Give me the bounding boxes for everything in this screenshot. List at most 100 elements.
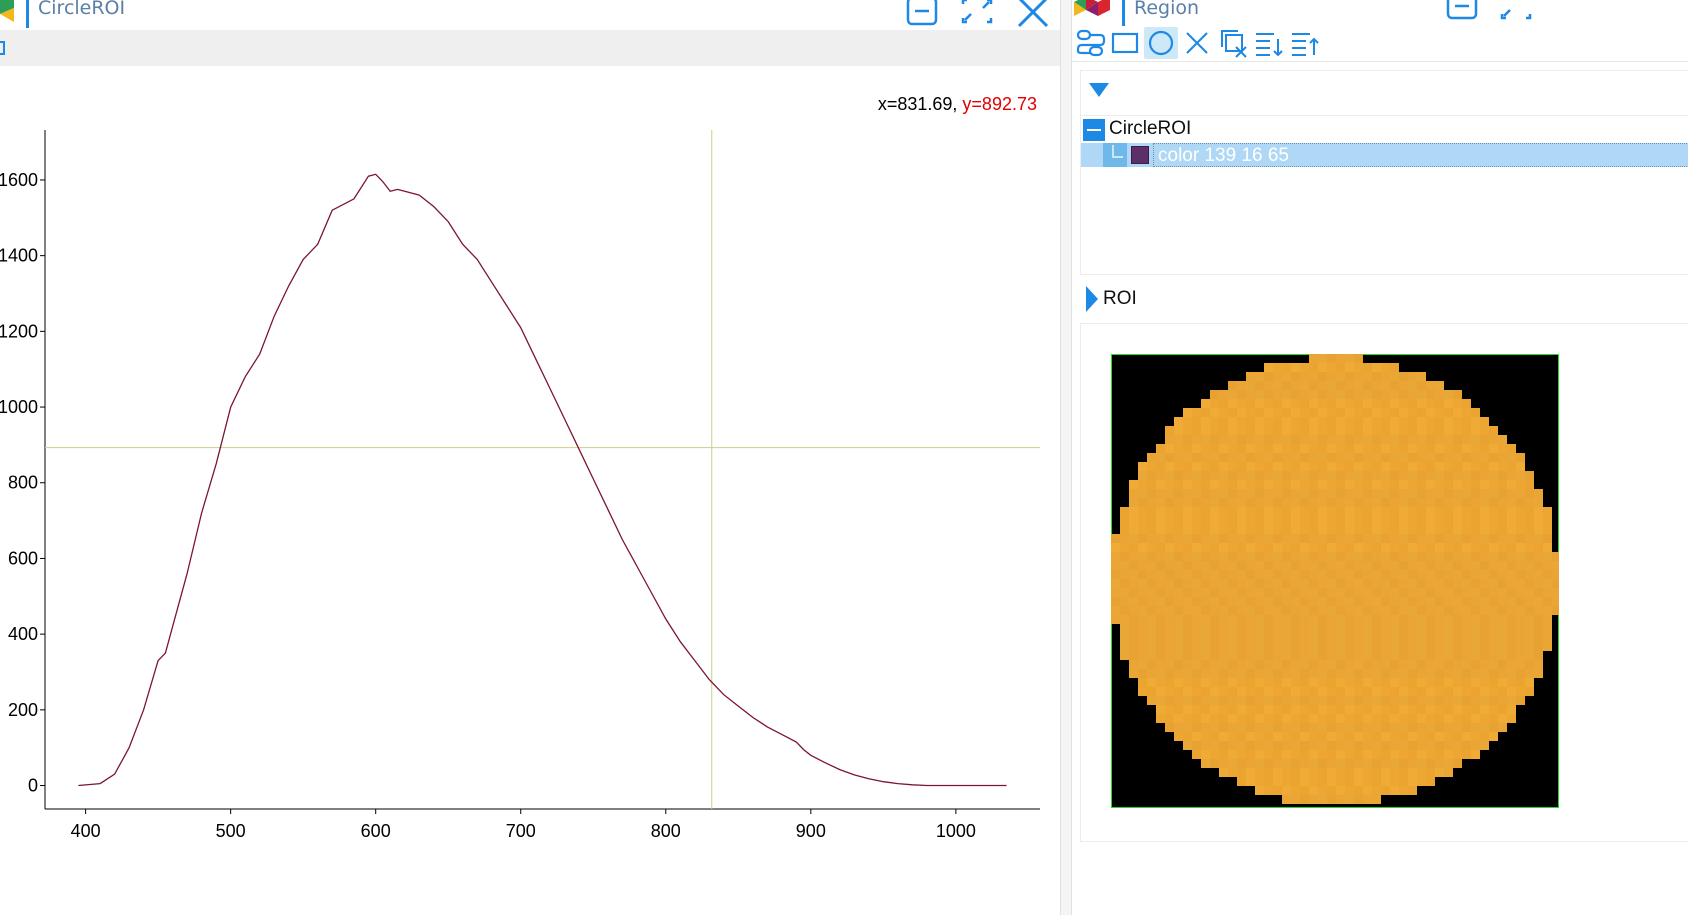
roi-pixel xyxy=(1435,615,1444,624)
roi-pixel xyxy=(1399,759,1408,768)
roi-pixel xyxy=(1210,597,1219,606)
roi-pixel xyxy=(1237,660,1246,669)
tree-root-item[interactable]: CircleROI xyxy=(1081,117,1688,143)
link-tool-icon[interactable] xyxy=(1074,27,1108,59)
collapse-arrow-icon[interactable] xyxy=(1089,83,1109,99)
roi-pixel xyxy=(1525,606,1534,615)
roi-pixel xyxy=(1273,390,1282,399)
roi-pixel xyxy=(1435,750,1444,759)
roi-pixel xyxy=(1138,552,1147,561)
rectangle-tool-icon[interactable] xyxy=(1108,27,1142,59)
roi-pixel xyxy=(1327,381,1336,390)
roi-pixel xyxy=(1435,408,1444,417)
y-tick-label: 800 xyxy=(8,473,38,493)
roi-pixel xyxy=(1489,732,1498,741)
roi-pixel xyxy=(1489,660,1498,669)
roi-pixel xyxy=(1381,525,1390,534)
roi-pixel xyxy=(1489,453,1498,462)
roi-pixel xyxy=(1219,633,1228,642)
roi-pixel xyxy=(1498,723,1507,732)
roi-pixel xyxy=(1219,579,1228,588)
delete-icon[interactable] xyxy=(1180,27,1214,59)
roi-pixel xyxy=(1318,714,1327,723)
roi-pixel xyxy=(1426,606,1435,615)
expand-arrow-icon[interactable] xyxy=(1086,286,1100,312)
roi-pixel xyxy=(1444,426,1453,435)
clear-all-icon[interactable] xyxy=(1216,27,1250,59)
roi-pixel xyxy=(1354,534,1363,543)
roi-pixel xyxy=(1237,579,1246,588)
panel-splitter[interactable] xyxy=(1060,0,1072,915)
roi-pixel xyxy=(1210,606,1219,615)
roi-pixel xyxy=(1309,723,1318,732)
roi-pixel xyxy=(1165,516,1174,525)
roi-pixel xyxy=(1147,534,1156,543)
roi-pixel xyxy=(1426,651,1435,660)
collapse-minus-icon[interactable] xyxy=(1083,119,1105,141)
sort-ascending-icon[interactable] xyxy=(1288,27,1322,59)
roi-pixel xyxy=(1435,444,1444,453)
roi-pixel xyxy=(1525,480,1534,489)
home-icon[interactable] xyxy=(0,38,8,56)
maximize-icon[interactable] xyxy=(957,0,997,30)
roi-pixel xyxy=(1201,723,1210,732)
roi-pixel xyxy=(1471,534,1480,543)
close-icon[interactable] xyxy=(1013,0,1053,30)
line-chart[interactable]: 400 500 600 700 800 900 1000020040060080010001… xyxy=(0,66,1060,915)
roi-pixel xyxy=(1291,426,1300,435)
roi-pixel xyxy=(1282,588,1291,597)
roi-pixel xyxy=(1417,723,1426,732)
roi-pixel xyxy=(1183,633,1192,642)
roi-pixel xyxy=(1408,687,1417,696)
roi-pixel xyxy=(1210,660,1219,669)
roi-pixel xyxy=(1309,417,1318,426)
roi-pixel xyxy=(1165,696,1174,705)
sort-descending-icon[interactable] xyxy=(1252,27,1286,59)
roi-pixel xyxy=(1372,489,1381,498)
left-window-title: CircleROI xyxy=(38,0,126,19)
roi-pixel xyxy=(1219,759,1228,768)
roi-pixel xyxy=(1246,696,1255,705)
spectrum-plot[interactable]: x=831.69, y=892.73 400 500 600 700 800 900 100… xyxy=(0,66,1060,915)
roi-pixel xyxy=(1516,507,1525,516)
roi-pixel xyxy=(1381,372,1390,381)
roi-pixel xyxy=(1372,723,1381,732)
roi-pixel xyxy=(1309,570,1318,579)
roi-pixel xyxy=(1444,624,1453,633)
roi-pixel xyxy=(1282,768,1291,777)
roi-pixel xyxy=(1354,480,1363,489)
roi-pixel xyxy=(1372,687,1381,696)
roi-pixel xyxy=(1228,516,1237,525)
circle-tool-icon[interactable] xyxy=(1144,27,1178,59)
roi-pixel xyxy=(1462,750,1471,759)
y-tick-label: 1600 xyxy=(0,170,38,190)
roi-pixel xyxy=(1120,507,1129,516)
minimize-icon[interactable] xyxy=(902,0,942,30)
roi-pixel xyxy=(1210,741,1219,750)
roi-pixel xyxy=(1426,507,1435,516)
roi-pixel xyxy=(1453,570,1462,579)
roi-pixel xyxy=(1327,507,1336,516)
roi-pixel xyxy=(1417,498,1426,507)
roi-pixel xyxy=(1390,435,1399,444)
roi-pixel xyxy=(1507,480,1516,489)
roi-pixel xyxy=(1426,723,1435,732)
roi-pixel xyxy=(1336,597,1345,606)
roi-pixel xyxy=(1363,642,1372,651)
roi-pixel xyxy=(1255,543,1264,552)
roi-pixel xyxy=(1192,669,1201,678)
roi-pixel xyxy=(1381,678,1390,687)
roi-pixel xyxy=(1300,381,1309,390)
roi-pixel xyxy=(1336,750,1345,759)
roi-pixel xyxy=(1282,669,1291,678)
roi-pixel xyxy=(1183,669,1192,678)
roi-pixel xyxy=(1543,597,1552,606)
roi-pixel xyxy=(1147,462,1156,471)
tree-child-item[interactable]: color 139 16 65 xyxy=(1081,143,1688,167)
roi-section-header[interactable]: ROI xyxy=(1080,280,1688,324)
roi-pixel xyxy=(1372,552,1381,561)
roi-pixel xyxy=(1183,480,1192,489)
roi-pixel xyxy=(1354,786,1363,795)
tree-child-label[interactable]: color 139 16 65 xyxy=(1153,143,1688,167)
roi-pixel xyxy=(1192,597,1201,606)
